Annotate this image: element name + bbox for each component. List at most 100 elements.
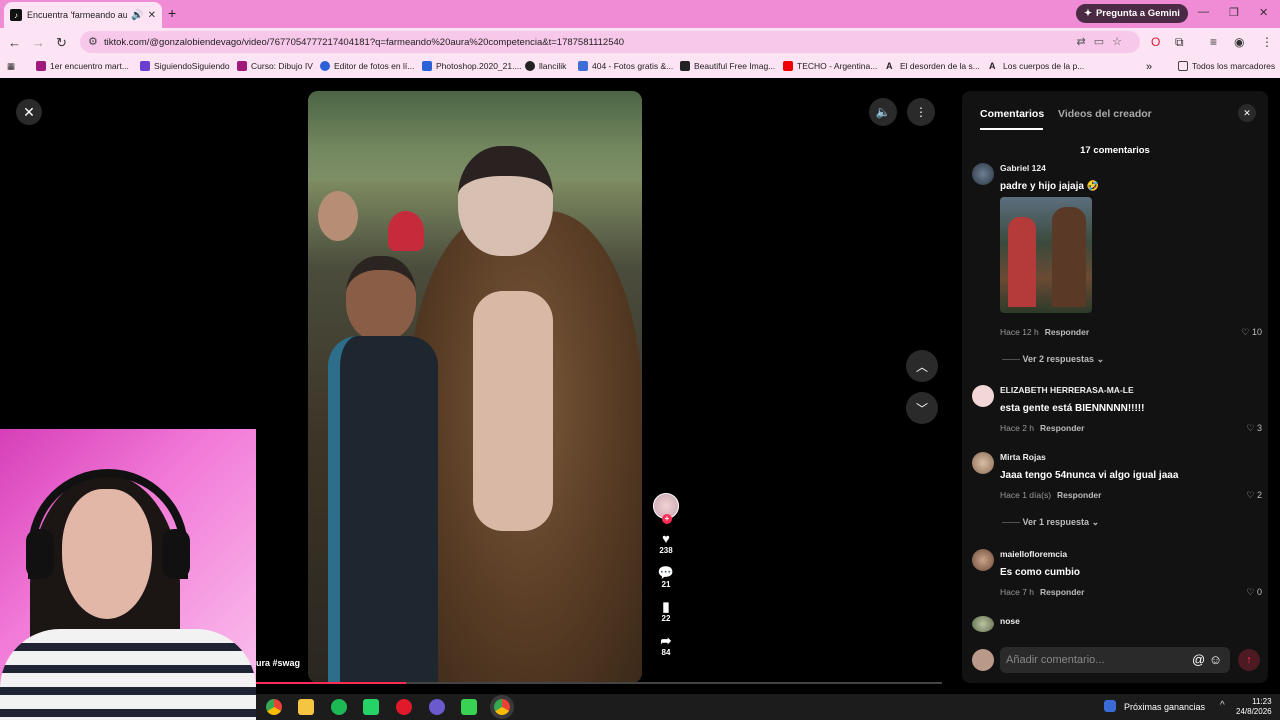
bookmark-item[interactable]: Beautiful Free Imag... xyxy=(680,61,775,71)
extensions-icon[interactable]: ⧉ xyxy=(1175,35,1184,50)
widgets-icon[interactable] xyxy=(1104,700,1116,712)
site-info-icon[interactable]: ⚙ xyxy=(88,35,98,48)
arrow-up-icon: ↑ xyxy=(1246,654,1252,666)
bookmark-item[interactable]: 404 - Fotos gratis &... xyxy=(578,61,673,71)
heart-outline-icon: ♡ xyxy=(1246,490,1255,500)
avatar[interactable] xyxy=(972,549,994,571)
video-caption[interactable]: ura #swag xyxy=(256,658,300,668)
save-button[interactable]: ▮ 22 xyxy=(652,599,680,623)
back-icon[interactable]: ← xyxy=(8,35,21,50)
tab-creator-videos[interactable]: Videos del creador xyxy=(1058,108,1152,120)
forward-icon[interactable]: → xyxy=(32,35,45,50)
next-video-button[interactable]: ﹀ xyxy=(906,392,938,424)
spotify-icon[interactable] xyxy=(331,699,347,715)
bookmark-item[interactable]: Editor de fotos en lí... xyxy=(320,61,414,71)
avatar[interactable] xyxy=(972,385,994,407)
bookmark-item[interactable]: Photoshop.2020_21.... xyxy=(422,61,522,71)
file-explorer-icon[interactable] xyxy=(298,699,314,715)
creator-avatar[interactable]: + xyxy=(653,493,679,524)
all-bookmarks-button[interactable]: Todos los marcadores xyxy=(1178,61,1275,71)
avatar[interactable] xyxy=(972,163,994,185)
share-button[interactable]: ➦ 84 xyxy=(652,633,680,657)
tab-comments[interactable]: Comentarios xyxy=(980,108,1044,130)
comment-username[interactable]: Gabriel 124 xyxy=(1000,163,1046,173)
address-bar[interactable]: ⚙ tiktok.com/@gonzalobiendevago/video/76… xyxy=(80,31,1140,53)
comment-username[interactable]: nose xyxy=(1000,616,1020,626)
comment-text: esta gente está BIENNNNN!!!!! xyxy=(1000,403,1145,414)
reload-icon[interactable]: ↻ xyxy=(56,35,67,51)
close-video-button[interactable]: ✕ xyxy=(16,99,42,125)
bookmark-item[interactable]: A El desorden de la s... xyxy=(886,61,980,71)
media-icon[interactable]: ≡ xyxy=(1210,35,1217,49)
minimize-icon[interactable]: — xyxy=(1198,6,1209,18)
reply-button[interactable]: Responder xyxy=(1040,423,1084,433)
view-replies-button[interactable]: —— Ver 2 respuestas ⌄ xyxy=(1002,354,1104,365)
opera-icon[interactable] xyxy=(396,699,412,715)
reply-button[interactable]: Responder xyxy=(1045,327,1089,337)
obs-icon[interactable] xyxy=(429,699,445,715)
video-progress-bar[interactable] xyxy=(256,682,942,684)
comment-username[interactable]: ELIZABETH HERRERASA-MA-LE xyxy=(1000,385,1134,395)
folder-icon xyxy=(1178,61,1188,71)
more-bookmarks-icon[interactable]: » xyxy=(1146,61,1152,73)
chevron-up-icon[interactable]: ^ xyxy=(1220,700,1225,711)
close-icon: ✕ xyxy=(1243,107,1251,118)
taskbar-clock[interactable]: 11:23 24/8/2026 xyxy=(1236,697,1272,717)
bookmark-item[interactable]: llancilik xyxy=(525,61,566,71)
follow-plus-icon[interactable]: + xyxy=(662,514,672,524)
comment-like-button[interactable]: ♡ 0 xyxy=(1246,587,1262,598)
bookmark-item[interactable]: A Los cuerpos de la p... xyxy=(989,61,1084,71)
view-replies-button[interactable]: —— Ver 1 respuesta ⌄ xyxy=(1002,517,1099,528)
windows-taskbar: Próximas ganancias ^ 11:23 24/8/2026 xyxy=(256,694,1280,720)
comment-button[interactable]: 💬 21 xyxy=(652,565,680,589)
previous-video-button[interactable]: ︿ xyxy=(906,350,938,382)
opera-icon[interactable]: O xyxy=(1151,35,1160,49)
comment-input-bar: Añadir comentario... @ ☺ ↑ xyxy=(972,647,1262,673)
apps-icon[interactable]: ▦ xyxy=(7,61,15,72)
app-icon[interactable] xyxy=(461,699,477,715)
comment-like-button[interactable]: ♡ 2 xyxy=(1246,490,1262,501)
avatar[interactable] xyxy=(972,452,994,474)
comment-like-button[interactable]: ♡ 10 xyxy=(1241,327,1262,338)
bookmark-item[interactable]: Curso: Dibujo IV xyxy=(237,61,313,71)
app-icon[interactable] xyxy=(363,699,379,715)
url-text: tiktok.com/@gonzalobiendevago/video/7677… xyxy=(104,36,625,48)
speaker-icon[interactable]: 🔊 xyxy=(131,10,143,21)
close-tab-icon[interactable]: ✕ xyxy=(148,10,156,21)
profile-avatar-icon[interactable]: ◉ xyxy=(1234,35,1244,49)
comment-image[interactable] xyxy=(1000,197,1092,313)
close-panel-button[interactable]: ✕ xyxy=(1238,104,1256,122)
avatar[interactable] xyxy=(972,616,994,632)
menu-icon[interactable]: ⋮ xyxy=(1261,35,1273,49)
more-options-button[interactable]: ⋮ xyxy=(907,98,935,126)
reply-button[interactable]: Responder xyxy=(1040,587,1084,597)
comment-meta: Hace 7 h Responder xyxy=(1000,587,1085,597)
like-button[interactable]: ♥ 238 xyxy=(652,531,680,555)
reply-button[interactable]: Responder xyxy=(1057,490,1101,500)
browser-tab[interactable]: ♪ Encuentra 'farmeando aura 🔊 ✕ xyxy=(4,2,162,28)
bookmark-item[interactable]: SiguiendoSiguiendo xyxy=(140,61,230,71)
close-window-icon[interactable]: ✕ xyxy=(1259,6,1268,19)
mention-icon[interactable]: @ xyxy=(1192,652,1205,667)
new-tab-button[interactable]: + xyxy=(168,5,176,21)
maximize-icon[interactable]: ❐ xyxy=(1229,6,1239,19)
comment-username[interactable]: Mirta Rojas xyxy=(1000,452,1046,462)
comment-input-placeholder: Añadir comentario... xyxy=(1006,654,1105,666)
emoji-icon[interactable]: ☺ xyxy=(1209,652,1222,667)
gemini-button[interactable]: ✦ Pregunta a Gemini xyxy=(1076,4,1188,23)
comment-username[interactable]: maiellofloremcia xyxy=(1000,549,1067,559)
bookmarks-bar: ▦ 1er encuentro mart... SiguiendoSiguien… xyxy=(0,56,1280,78)
video-player[interactable] xyxy=(308,91,642,683)
volume-button[interactable]: 🔈 xyxy=(869,98,897,126)
bookmark-icon: A xyxy=(886,61,893,71)
comment-like-button[interactable]: ♡ 3 xyxy=(1246,423,1262,434)
bookmark-item[interactable]: 1er encuentro mart... xyxy=(36,61,129,71)
send-button[interactable]: ↑ xyxy=(1238,649,1260,671)
chrome-icon[interactable] xyxy=(266,699,282,715)
video-figure xyxy=(328,256,438,683)
omnibox-actions-icon[interactable]: ⇄▭☆ xyxy=(1077,35,1130,48)
taskbar-status[interactable]: Próximas ganancias xyxy=(1124,702,1205,712)
bookmark-item[interactable]: TECHO - Argentina... xyxy=(783,61,877,71)
divider-line: —— xyxy=(1002,354,1023,364)
chrome-icon[interactable] xyxy=(494,699,510,715)
